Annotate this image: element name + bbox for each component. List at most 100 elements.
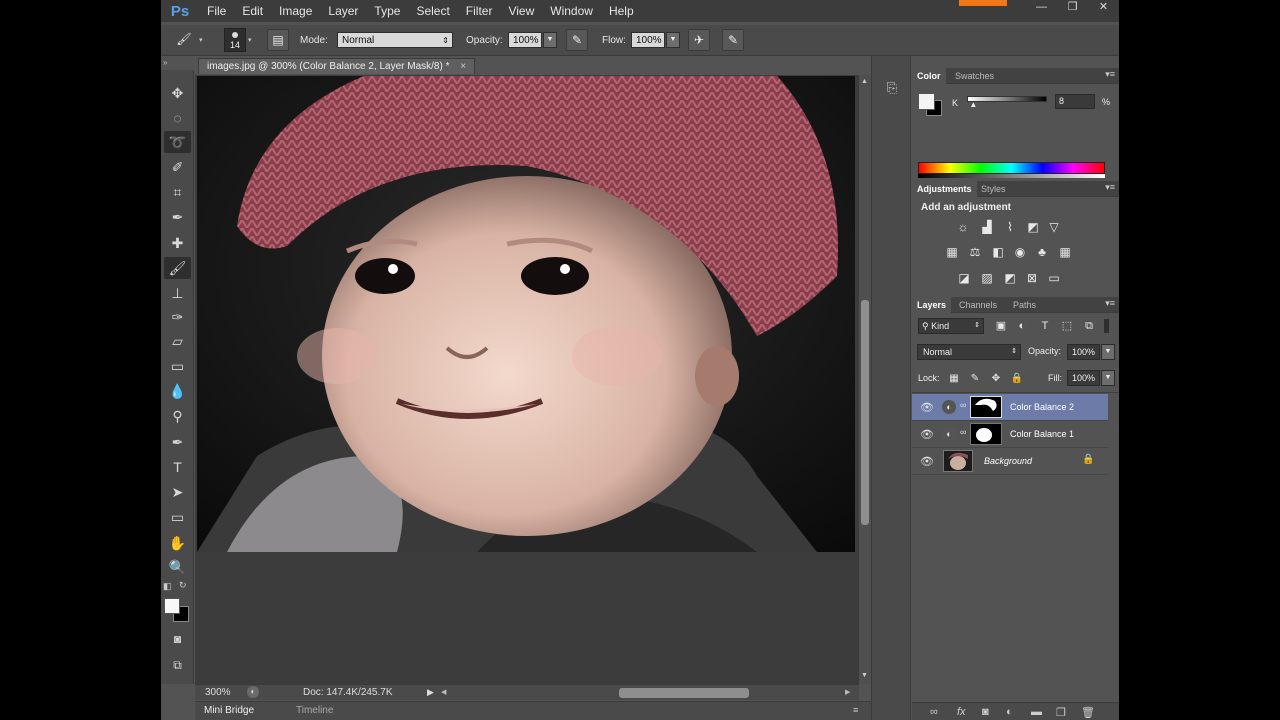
rectangle-tool-icon[interactable]: ▭ [164,506,191,528]
horizontal-scroll-thumb[interactable] [619,688,749,698]
healing-brush-tool-icon[interactable]: ✚ [164,232,191,254]
layer-row-background[interactable]: 👁 Background 🔒 [912,448,1108,475]
zoom-tool-icon[interactable]: 🔍 [164,556,191,578]
brightness-contrast-icon[interactable]: ☼ [955,219,971,235]
tab-styles[interactable]: Styles [976,181,1011,197]
fill-input[interactable]: 100% [1067,370,1100,386]
menu-help[interactable]: Help [601,4,642,18]
menu-window[interactable]: Window [542,4,601,18]
close-document-icon[interactable]: × [460,61,466,72]
adjustment-layer-icon[interactable]: ◐ [942,400,956,414]
lock-all-icon[interactable]: 🔒 [1009,371,1025,387]
black-white-icon[interactable]: ◧ [990,244,1006,260]
tab-timeline[interactable]: Timeline [296,705,333,716]
toolbox-collapse-icon[interactable]: » [163,58,167,67]
flow-dropdown-arrow[interactable]: ▼ [666,32,680,48]
k-slider-thumb-icon[interactable]: ▲ [969,100,977,109]
brush-size-dropdown-arrow[interactable]: ▾ [248,36,252,44]
lock-transparent-icon[interactable]: ▦ [946,371,962,387]
layers-panel-menu-icon[interactable]: ▾≡ [1105,298,1115,309]
scroll-down-icon[interactable]: ▼ [861,672,868,679]
restore-button[interactable]: ❐ [1057,0,1088,16]
vertical-scroll-thumb[interactable] [861,300,869,525]
eraser-tool-icon[interactable]: ▱ [164,330,191,352]
tab-paths[interactable]: Paths [1008,297,1041,313]
link-layers-icon[interactable]: ∞ [930,706,938,718]
default-colors-icon[interactable]: ◧ [163,581,172,592]
hand-tool-icon[interactable]: ✋ [164,532,191,554]
layer-style-icon[interactable]: fx [957,706,966,718]
delete-layer-icon[interactable]: 🗑 [1081,706,1095,719]
status-menu-icon[interactable]: ◐ [247,686,259,698]
tab-adjustments[interactable]: Adjustments [912,181,977,197]
layer-name[interactable]: Color Balance 1 [1010,429,1074,439]
grayscale-ramp[interactable] [918,174,1105,178]
close-button[interactable]: ✕ [1088,0,1119,16]
lock-image-icon[interactable]: ✎ [967,371,983,387]
layer-opacity-input[interactable]: 100% [1067,344,1100,360]
document-tab[interactable]: images.jpg @ 300% (Color Balance 2, Laye… [198,58,476,74]
selective-color-icon[interactable]: ⊠ [1024,270,1040,286]
menu-view[interactable]: View [500,4,542,18]
posterize-icon[interactable]: ▨ [979,270,995,286]
pen-tool-icon[interactable]: ✒ [164,431,191,453]
document-image[interactable] [197,76,855,552]
brush-panel-toggle-icon[interactable]: ▤ [267,29,289,51]
visibility-eye-icon[interactable]: 👁 [920,428,934,441]
eyedropper-tool-icon[interactable]: ✒ [164,206,191,228]
pressure-size-icon[interactable]: ✎ [722,29,744,51]
filter-shape-icon[interactable]: ⬚ [1059,318,1075,334]
menu-layer[interactable]: Layer [320,4,366,18]
flow-input[interactable]: 100% [631,32,665,48]
tab-layers[interactable]: Layers [912,297,952,313]
opacity-dropdown-arrow[interactable]: ▼ [543,32,557,48]
dodge-tool-icon[interactable]: ⚲ [164,405,191,427]
mode-select[interactable]: Normal ⇕ [337,32,453,48]
gradient-tool-icon[interactable]: ▭ [164,355,191,377]
new-layer-icon[interactable]: ❐ [1056,706,1066,719]
scroll-up-icon[interactable]: ▲ [861,78,868,85]
tab-swatches[interactable]: Swatches [950,68,999,84]
opacity-input[interactable]: 100% [508,32,542,48]
crop-tool-icon[interactable]: ⌗ [164,181,191,203]
canvas-area[interactable] [195,75,859,684]
clone-stamp-tool-icon[interactable]: ⊥ [164,282,191,304]
marquee-tool-icon[interactable]: ◌ [164,107,191,129]
layer-name[interactable]: Background [984,456,1032,466]
brush-size-picker[interactable]: 14 [224,28,246,52]
layer-mask-thumbnail[interactable] [970,423,1002,445]
adjustments-panel-menu-icon[interactable]: ▾≡ [1105,182,1115,193]
menu-image[interactable]: Image [271,4,320,18]
filter-adjustment-icon[interactable]: ◐ [1014,318,1030,334]
invert-icon[interactable]: ◪ [956,270,972,286]
lasso-tool-icon[interactable]: ➰ [164,131,191,153]
foreground-color-swatch[interactable] [164,598,180,614]
brush-tool-icon[interactable]: 🖌 [164,257,191,279]
history-brush-tool-icon[interactable]: ✑ [164,306,191,328]
curves-icon[interactable]: ⌇ [1002,219,1018,235]
move-tool-icon[interactable]: ✥ [164,82,191,104]
layer-filter-select[interactable]: ⚲ Kind ⇕ [918,318,984,334]
color-balance-icon[interactable]: ⚖ [967,244,983,260]
layer-mask-thumbnail[interactable] [970,396,1002,418]
visibility-eye-icon[interactable]: 👁 [920,455,934,468]
color-lookup-icon[interactable]: ▦ [1057,244,1073,260]
screen-mode-icon[interactable]: ⧉ [164,654,191,676]
pressure-opacity-icon[interactable]: ✎ [566,29,588,51]
menu-file[interactable]: File [199,4,234,18]
color-spectrum-ramp[interactable] [918,162,1105,174]
visibility-eye-icon[interactable]: 👁 [920,401,934,414]
tab-channels[interactable]: Channels [954,297,1002,313]
menu-select[interactable]: Select [408,4,457,18]
preset-dropdown-arrow[interactable]: ▾ [199,36,203,44]
scroll-right-icon[interactable]: ▶ [845,688,850,696]
zoom-level[interactable]: 300% [205,687,231,698]
blur-tool-icon[interactable]: 💧 [164,380,191,402]
add-mask-icon[interactable]: ◙ [982,706,989,718]
layer-row-color-balance-2[interactable]: 👁 ◐ ∞ Color Balance 2 [912,394,1108,421]
lock-position-icon[interactable]: ✥ [988,371,1004,387]
brush-tool-preset-icon[interactable]: 🖌 [173,29,195,51]
color-panel-menu-icon[interactable]: ▾≡ [1105,69,1115,80]
exposure-icon[interactable]: ◩ [1025,219,1041,235]
type-tool-icon[interactable]: T [164,456,191,478]
